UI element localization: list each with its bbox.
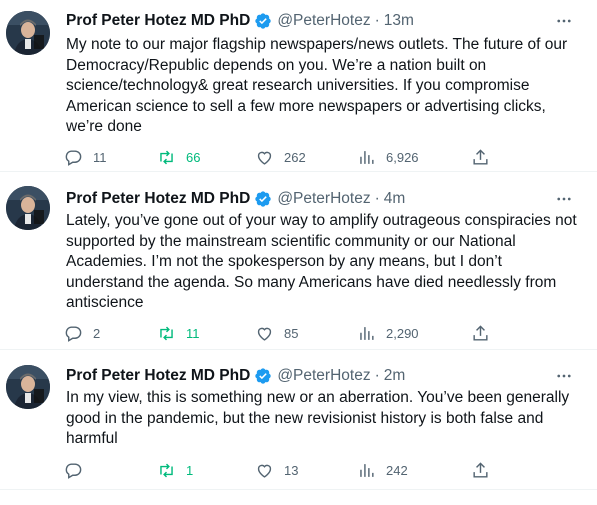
verified-badge-icon (255, 368, 271, 384)
separator-dot: · (374, 190, 380, 207)
avatar-photo-icon (6, 11, 50, 55)
tweet-actions: 1 13 242 (60, 459, 500, 481)
separator-dot: · (374, 367, 380, 384)
share-icon (473, 461, 488, 478)
views-button[interactable]: 6,926 (357, 146, 419, 168)
tweet-header: Prof Peter Hotez MD PhD @PeterHotez · 2m (66, 365, 405, 387)
share-button[interactable] (471, 459, 490, 481)
verified-badge-icon (255, 13, 271, 29)
avatar[interactable] (6, 186, 50, 230)
like-heart-icon (257, 327, 272, 341)
reply-icon (65, 149, 82, 166)
timestamp[interactable]: 4m (384, 190, 406, 208)
tweet[interactable]: Prof Peter Hotez MD PhD @PeterHotez · 4m… (0, 171, 597, 349)
like-count: 262 (284, 149, 306, 165)
share-button[interactable] (471, 146, 490, 168)
retweet-button[interactable]: 66 (157, 146, 200, 168)
retweet-count: 66 (186, 149, 201, 165)
views-count: 2,290 (386, 325, 419, 341)
avatar-photo-icon (6, 186, 50, 230)
avatar[interactable] (6, 365, 50, 409)
tweet-actions: 2 11 85 2,290 (60, 322, 500, 344)
reply-button[interactable] (64, 459, 93, 481)
retweet-icon (160, 150, 173, 164)
like-button[interactable]: 85 (255, 322, 298, 344)
tweet-header: Prof Peter Hotez MD PhD @PeterHotez · 4m (66, 188, 405, 210)
tweet[interactable]: Prof Peter Hotez MD PhD @PeterHotez · 2m… (0, 349, 597, 489)
views-button[interactable]: 2,290 (357, 322, 419, 344)
tweet-actions: 11 66 262 6,926 (60, 146, 500, 168)
tweet-text: Lately, you’ve gone out of your way to a… (66, 212, 577, 311)
tweet[interactable]: Prof Peter Hotez MD PhD @PeterHotez · 13… (0, 0, 597, 171)
avatar-photo-icon (6, 365, 50, 409)
reply-icon (65, 462, 82, 479)
author-name[interactable]: Prof Peter Hotez MD PhD (66, 190, 250, 208)
reply-icon (65, 325, 82, 342)
author-name[interactable]: Prof Peter Hotez MD PhD (66, 367, 250, 385)
author-handle[interactable]: @PeterHotez (277, 367, 370, 385)
author-name[interactable]: Prof Peter Hotez MD PhD (66, 12, 250, 30)
views-button[interactable]: 242 (357, 459, 408, 481)
separator-dot: · (374, 12, 380, 29)
retweet-icon (160, 326, 173, 340)
author-handle[interactable]: @PeterHotez (277, 190, 370, 208)
views-count: 242 (386, 462, 408, 478)
retweet-count: 1 (186, 462, 194, 478)
more-options-icon[interactable] (553, 10, 575, 32)
verified-badge-icon (255, 191, 271, 207)
timestamp[interactable]: 2m (384, 367, 406, 385)
like-heart-icon (257, 151, 272, 165)
reply-count: 2 (93, 325, 101, 341)
views-count: 6,926 (386, 149, 419, 165)
like-count: 13 (284, 462, 299, 478)
share-button[interactable] (471, 322, 490, 344)
tweet-text: In my view, this is something new or an … (66, 389, 570, 447)
share-icon (473, 148, 488, 165)
retweet-button[interactable]: 11 (157, 322, 200, 344)
views-chart-icon (360, 150, 374, 164)
more-options-icon[interactable] (553, 365, 575, 387)
tweet-text: My note to our major flagship newspapers… (66, 36, 568, 135)
author-handle[interactable]: @PeterHotez (277, 12, 370, 30)
more-options-icon[interactable] (553, 188, 575, 210)
like-button[interactable]: 262 (255, 146, 306, 168)
tweet-divider (0, 489, 597, 490)
reply-button[interactable]: 11 (64, 146, 107, 168)
avatar[interactable] (6, 11, 50, 55)
like-heart-icon (257, 464, 272, 478)
share-icon (473, 324, 488, 341)
timestamp[interactable]: 13m (384, 12, 414, 30)
views-chart-icon (360, 463, 374, 477)
retweet-icon (160, 463, 173, 477)
views-chart-icon (360, 326, 374, 340)
like-button[interactable]: 13 (255, 459, 298, 481)
like-count: 85 (284, 325, 299, 341)
retweet-count: 11 (186, 325, 200, 341)
reply-button[interactable]: 2 (64, 322, 100, 344)
tweet-header: Prof Peter Hotez MD PhD @PeterHotez · 13… (66, 10, 414, 32)
retweet-button[interactable]: 1 (157, 459, 193, 481)
reply-count: 11 (93, 149, 107, 165)
